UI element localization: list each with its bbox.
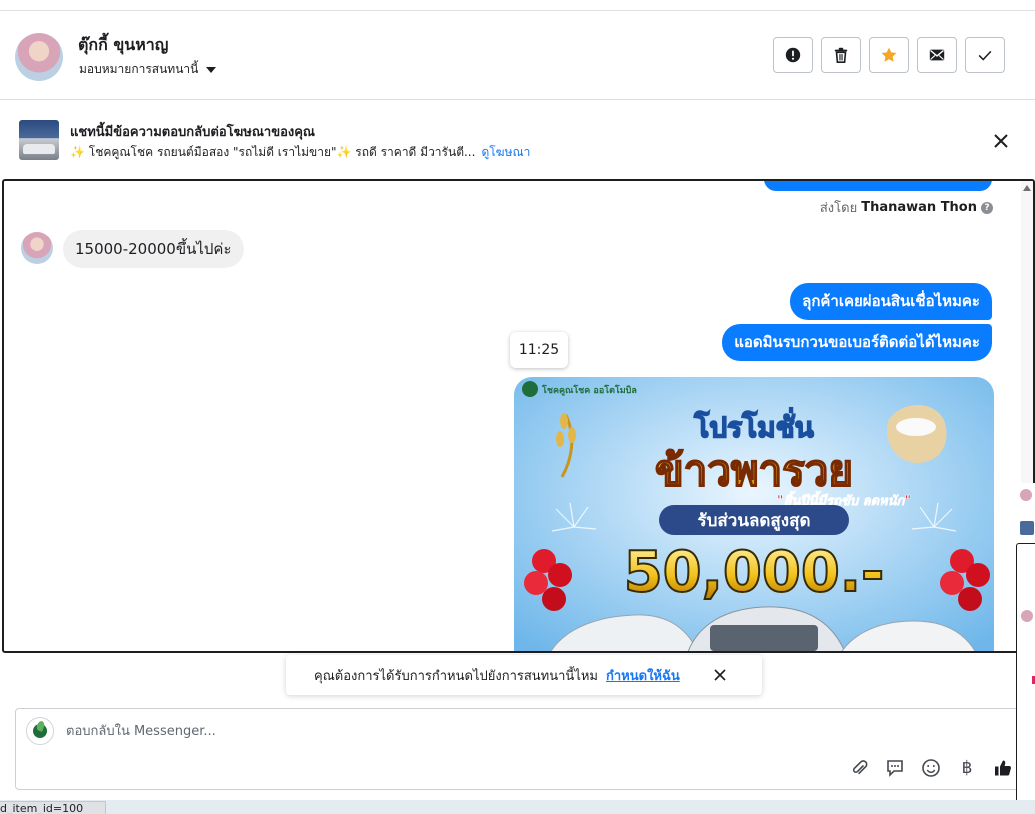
message-bubble-outgoing-partial xyxy=(764,181,992,191)
mini-ad-thumbnail xyxy=(1020,521,1034,535)
promo-brand: โชคคูณโชค ออโตโมบิล xyxy=(541,384,637,396)
caret-down-icon xyxy=(206,66,217,73)
ad-reply-banner: แชทนี้มีข้อความตอบกลับต่อโฆษณาของคุณ ✨ โ… xyxy=(0,100,1035,180)
assign-suggestion: คุณต้องการได้รับการกำหนดไปยังการสนทนานี้… xyxy=(286,655,762,695)
assign-label: มอบหมายการสนทนานี้ xyxy=(79,62,199,76)
envelope-icon xyxy=(929,49,945,61)
checkmark-icon xyxy=(978,50,992,61)
ad-banner-title: แชทนี้มีข้อความตอบกลับต่อโฆษณาของคุณ xyxy=(70,125,315,140)
ad-thumbnail[interactable] xyxy=(19,120,59,160)
like-button[interactable] xyxy=(992,757,1014,779)
message-thread[interactable]: ส่งโดย Thanawan Thon ? 15000-20000ขึ้นไป… xyxy=(2,179,1035,653)
paperclip-icon xyxy=(852,760,868,775)
bottom-strip xyxy=(0,800,1035,814)
page-logo-avatar xyxy=(26,717,54,745)
message-bubble-incoming[interactable]: 15000-20000ขึ้นไปค่ะ xyxy=(63,230,244,268)
ad-banner-subtitle: ✨ โชคคูณโชค รถยนต์มือสอง "รถไม่ดี เราไม่… xyxy=(70,143,530,162)
message-bubble-outgoing[interactable]: แอดมินรบกวนขอเบอร์ติดต่อได้ไหมคะ xyxy=(722,324,992,361)
conversation-header: ตุ๊กกี้ ขุนหาญ มอบหมายการสนทนานี้ xyxy=(0,11,1035,100)
side-panel-partial xyxy=(1016,483,1035,814)
assign-to-me-link[interactable]: กำหนดให้ฉัน xyxy=(606,665,680,686)
emoji-button[interactable] xyxy=(920,757,942,779)
close-icon[interactable] xyxy=(990,130,1012,152)
promo-image[interactable]: โชคคูณโชค ออโตโมบิล โปรโมชั่น ข้าวพารวย … xyxy=(514,377,994,651)
mini-avatar xyxy=(1021,610,1033,622)
brand-logo-icon xyxy=(522,381,538,397)
sent-by-name: Thanawan Thon xyxy=(861,200,977,215)
promo-headline-main: ข้าวพารวย xyxy=(655,446,853,495)
promo-discount-label: รับส่วนลดสูงสุด xyxy=(697,511,810,532)
reply-input[interactable] xyxy=(64,721,964,741)
composer-tools: ฿ xyxy=(848,757,1014,779)
star-icon xyxy=(881,47,897,62)
message-bubble-outgoing[interactable]: ลุกค้าเคยผ่อนสินเชื่อไหมคะ xyxy=(790,283,992,320)
header-actions xyxy=(773,37,1005,73)
delete-button[interactable] xyxy=(821,37,861,73)
attach-button[interactable] xyxy=(848,757,870,779)
timestamp-tooltip: 11:25 xyxy=(510,332,568,368)
scroll-up-arrow-icon[interactable] xyxy=(1023,185,1031,191)
star-button[interactable] xyxy=(869,37,909,73)
contact-avatar-small[interactable] xyxy=(21,232,53,264)
assign-suggestion-text: คุณต้องการได้รับการกำหนดไปยังการสนทนานี้… xyxy=(314,668,598,684)
payment-button[interactable]: ฿ xyxy=(956,757,978,779)
reply-composer: ฿ xyxy=(15,708,1025,790)
mark-unread-button[interactable] xyxy=(917,37,957,73)
promo-headline-top: โปรโมชั่น xyxy=(693,407,814,444)
mini-avatar xyxy=(1020,489,1032,501)
view-ad-link[interactable]: ดูโฆษณา xyxy=(481,145,530,159)
sent-by-prefix: ส่งโดย xyxy=(819,201,858,216)
contact-name[interactable]: ตุ๊กกี้ ขุนหาญ xyxy=(78,33,168,58)
saved-replies-button[interactable] xyxy=(884,757,906,779)
smiley-icon xyxy=(922,759,940,777)
chat-bubble-icon xyxy=(887,760,903,777)
status-bar-url: d_item_id=100 xyxy=(0,801,107,814)
side-thread-partial xyxy=(1016,543,1035,814)
thumbs-up-icon xyxy=(995,760,1011,776)
close-icon[interactable] xyxy=(712,667,728,683)
sent-by-label: ส่งโดย Thanawan Thon ? xyxy=(820,197,993,218)
mark-done-button[interactable] xyxy=(965,37,1005,73)
report-button[interactable] xyxy=(773,37,813,73)
exclamation-circle-icon xyxy=(785,47,801,63)
baht-icon: ฿ xyxy=(961,758,973,778)
help-icon[interactable]: ? xyxy=(981,201,993,214)
contact-avatar[interactable] xyxy=(15,33,63,81)
promo-amount: 50,000.- xyxy=(624,540,885,605)
ad-description: ✨ โชคคูณโชค รถยนต์มือสอง "รถไม่ดี เราไม่… xyxy=(70,145,476,159)
trash-icon xyxy=(834,47,848,64)
assign-conversation-dropdown[interactable]: มอบหมายการสนทนานี้ xyxy=(79,60,217,79)
